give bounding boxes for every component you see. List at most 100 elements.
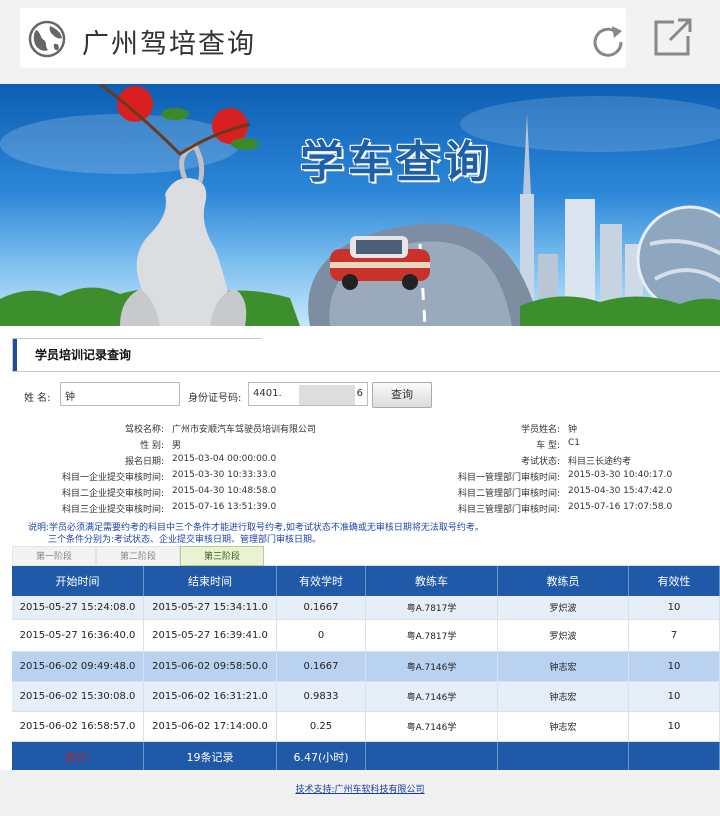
table-row[interactable]: 2015-06-02 16:58:57.0 2015-06-02 17:14:00… xyxy=(12,712,720,742)
info-key: 性 别: xyxy=(140,441,164,451)
column-header[interactable]: 有效性 xyxy=(629,566,720,596)
table-cell: 0.25 xyxy=(277,712,366,741)
info-value: 2015-04-30 10:48:58.0 xyxy=(172,486,277,496)
info-key: 科目一企业提交审核时间: xyxy=(61,473,164,483)
table-cell: 0.9833 xyxy=(277,682,366,711)
table-row[interactable]: 2015-05-27 15:24:08.0 2015-05-27 15:34:11… xyxy=(12,596,720,620)
redaction-mask xyxy=(299,385,355,405)
info-value: 2015-03-30 10:40:17.0 xyxy=(568,470,673,480)
page-title: 广州驾培查询 xyxy=(82,29,256,60)
info-value: 2015-03-04 00:00:00.0 xyxy=(172,454,277,464)
table-cell: 钟志宏 xyxy=(498,652,629,681)
table-cell: 2015-05-27 16:36:40.0 xyxy=(12,620,144,651)
info-key: 科目二管理部门审核时间: xyxy=(457,489,560,499)
section-divider xyxy=(262,371,720,372)
table-footer: 合计: 19条记录 6.47(小时) xyxy=(12,742,720,772)
table-row[interactable]: 2015-05-27 16:36:40.0 2015-05-27 16:39:41… xyxy=(12,620,720,652)
table-row[interactable]: 2015-06-02 15:30:08.0 2015-06-02 16:31:21… xyxy=(12,682,720,712)
table-cell: 0 xyxy=(277,620,366,651)
table-cell: 10 xyxy=(629,652,720,681)
query-button[interactable]: 查询 xyxy=(372,382,432,408)
info-value: 2015-07-16 17:07:58.0 xyxy=(568,502,673,512)
column-header[interactable]: 有效学时 xyxy=(277,566,366,596)
globe-icon xyxy=(28,20,66,58)
column-header[interactable]: 教练员 xyxy=(498,566,629,596)
share-icon[interactable] xyxy=(652,16,694,58)
tab-stage-3[interactable]: 第三阶段 xyxy=(180,546,264,566)
table-cell: 10 xyxy=(629,682,720,711)
tab-stage-1[interactable]: 第一阶段 xyxy=(12,546,96,566)
table-cell: 0.1667 xyxy=(277,596,366,619)
total-cell xyxy=(366,742,498,772)
table-cell: 粤A.7146学 xyxy=(366,712,498,741)
name-input[interactable]: 钟 xyxy=(60,382,180,406)
table-cell: 2015-06-02 09:49:48.0 xyxy=(12,652,144,681)
browser-bar: 广州驾培查询 xyxy=(0,0,720,84)
info-value: 科目三长途约考 xyxy=(568,457,632,467)
table-cell: 2015-06-02 16:31:21.0 xyxy=(144,682,277,711)
tech-support-link[interactable]: 技术支持:广州车软科技有限公司 xyxy=(0,782,720,795)
info-value: 2015-03-30 10:33:33.0 xyxy=(172,470,277,480)
page-footer: 技术支持:广州车软科技有限公司 xyxy=(0,770,720,816)
table-cell: 2015-05-27 15:34:11.0 xyxy=(144,596,277,619)
info-key: 科目三企业提交审核时间: xyxy=(61,505,164,515)
table-cell: 10 xyxy=(629,596,720,619)
address-bar[interactable]: 广州驾培查询 xyxy=(20,8,626,68)
total-cell xyxy=(498,742,629,772)
table-cell: 粤A.7146学 xyxy=(366,652,498,681)
column-header[interactable]: 开始时间 xyxy=(12,566,144,596)
info-value: 男 xyxy=(172,441,182,451)
table-row[interactable]: 2015-06-02 09:49:48.0 2015-06-02 09:58:50… xyxy=(12,652,720,682)
info-key: 考试状态: xyxy=(520,457,560,467)
total-cell xyxy=(629,742,720,772)
banner: 学车查询 xyxy=(0,84,720,326)
info-value: 2015-04-30 15:47:42.0 xyxy=(568,486,673,496)
tab-stage-2[interactable]: 第二阶段 xyxy=(96,546,180,566)
table-cell: 2015-06-02 17:14:00.0 xyxy=(144,712,277,741)
name-label: 姓 名: xyxy=(24,393,51,404)
table-cell: 粤A.7817学 xyxy=(366,596,498,619)
info-key: 报名日期: xyxy=(124,457,164,467)
stage-tabs: 第一阶段 第二阶段 第三阶段 xyxy=(12,544,720,566)
table-cell: 粤A.7817学 xyxy=(366,620,498,651)
info-value: 钟 xyxy=(568,425,578,435)
info-value: 2015-07-16 13:51:39.0 xyxy=(172,502,277,512)
id-label: 身份证号码: xyxy=(188,393,242,404)
info-key: 学员姓名: xyxy=(520,425,560,435)
table-cell: 2015-06-02 16:58:57.0 xyxy=(12,712,144,741)
info-key: 科目三管理部门审核时间: xyxy=(457,505,560,515)
reload-icon[interactable] xyxy=(588,22,628,62)
info-key: 车 型: xyxy=(536,441,560,451)
info-key: 科目二企业提交审核时间: xyxy=(61,489,164,499)
table-cell: 粤A.7146学 xyxy=(366,682,498,711)
banner-title: 学车查询 xyxy=(300,137,492,188)
total-label: 合计: xyxy=(12,742,144,772)
section-header: 学员培训记录查询 xyxy=(12,338,262,372)
table-cell: 2015-05-27 15:24:08.0 xyxy=(12,596,144,619)
total-cell: 6.47(小时) xyxy=(277,742,366,772)
search-form: 姓 名: 钟 身份证号码: 4401. 6 查询 xyxy=(12,381,712,411)
table-cell: 10 xyxy=(629,712,720,741)
info-value: C1 xyxy=(568,438,581,448)
table-cell: 2015-05-27 16:39:41.0 xyxy=(144,620,277,651)
table-cell: 2015-06-02 15:30:08.0 xyxy=(12,682,144,711)
info-value: 广州市安顺汽车驾驶员培训有限公司 xyxy=(172,425,317,435)
id-input-value: 4401. xyxy=(253,388,282,399)
section-title: 学员培训记录查询 xyxy=(35,348,132,362)
column-header[interactable]: 教练车 xyxy=(366,566,498,596)
table-header: 开始时间 结束时间 有效学时 教练车 教练员 有效性 xyxy=(12,566,720,596)
table-cell: 钟志宏 xyxy=(498,682,629,711)
table-cell: 罗炽波 xyxy=(498,620,629,651)
info-key: 科目一管理部门审核时间: xyxy=(457,473,560,483)
table-cell: 2015-06-02 09:58:50.0 xyxy=(144,652,277,681)
table-cell: 7 xyxy=(629,620,720,651)
total-cell: 19条记录 xyxy=(144,742,277,772)
banner-illustration xyxy=(0,84,720,326)
column-header[interactable]: 结束时间 xyxy=(144,566,277,596)
id-input[interactable]: 4401. 6 xyxy=(248,382,368,406)
table-cell: 钟志宏 xyxy=(498,712,629,741)
content-panel: 学员培训记录查询 姓 名: 钟 身份证号码: 4401. 6 查询 说明:学员必… xyxy=(0,326,720,772)
info-key: 驾校名称: xyxy=(124,425,164,435)
id-input-tail: 6 xyxy=(356,388,363,399)
table-cell: 罗炽波 xyxy=(498,596,629,619)
